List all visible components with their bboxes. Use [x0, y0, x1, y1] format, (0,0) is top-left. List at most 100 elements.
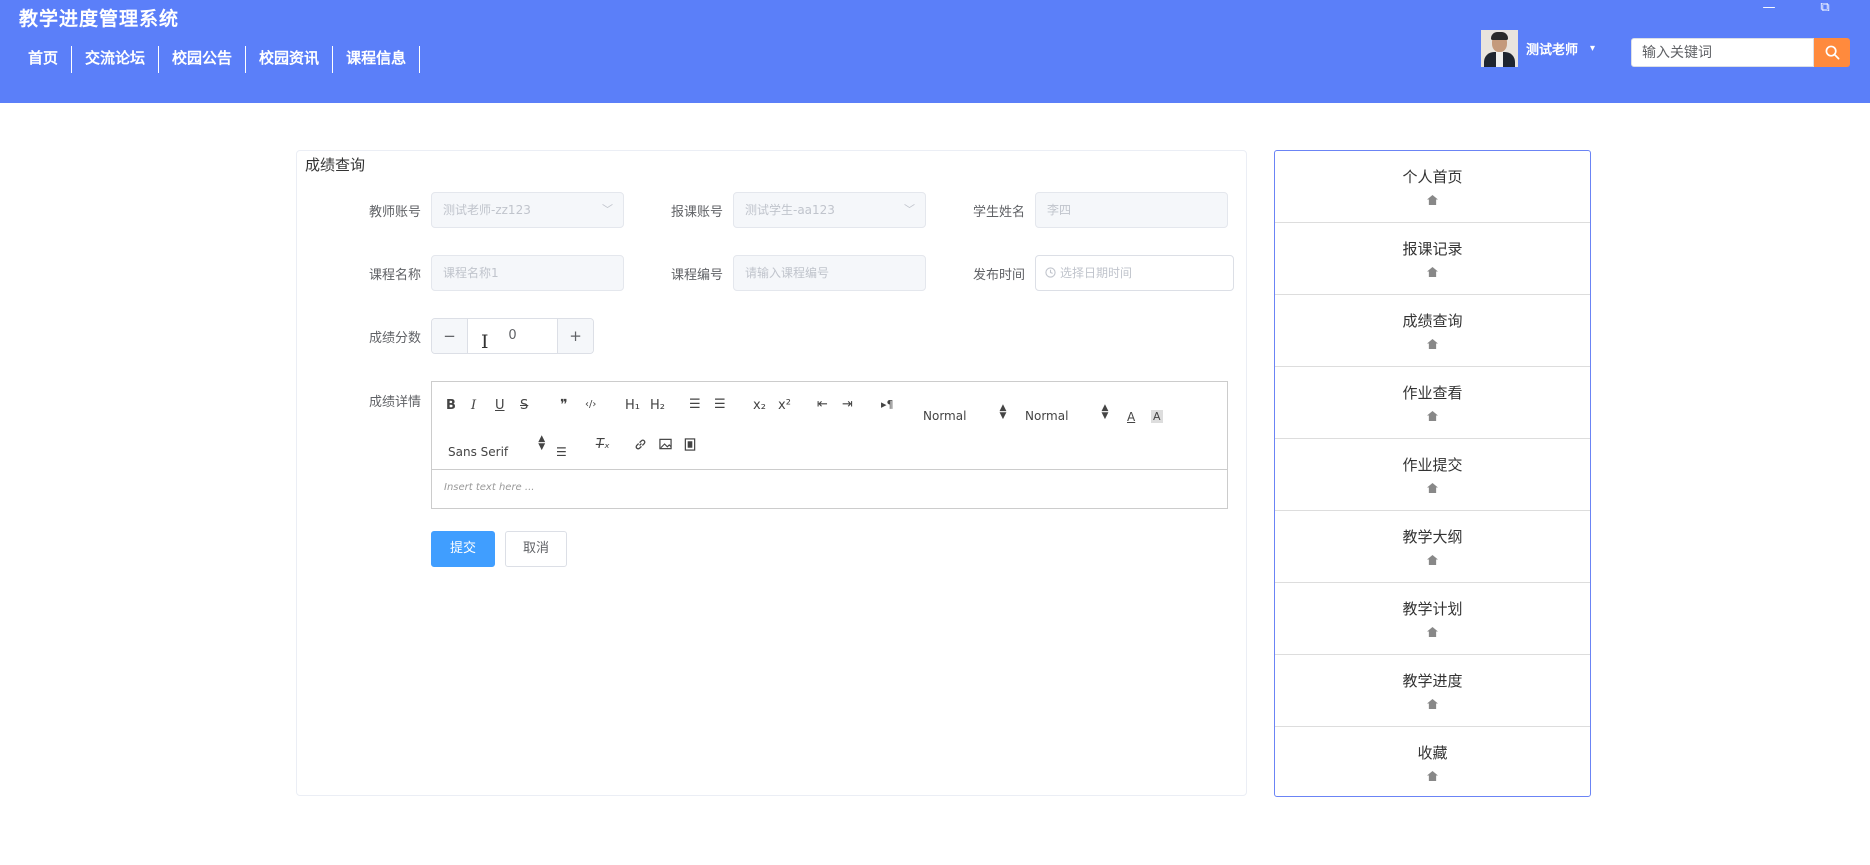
side-item-label: 作业查看 [1402, 384, 1463, 402]
top-header: 教学进度管理系统 — ⧉ 首页 交流论坛 校园公告 校园资讯 课程信息 测试老师… [0, 0, 1870, 103]
increment-button[interactable]: + [557, 319, 593, 353]
side-item-homework-view[interactable]: 作业查看 [1275, 367, 1590, 439]
side-item-label: 成绩查询 [1402, 312, 1463, 330]
search-input[interactable] [1631, 38, 1814, 67]
score-input[interactable]: I 0 [468, 319, 557, 353]
student-account-select: 测试学生-aa123 ﹀ [733, 192, 926, 228]
align-icon[interactable]: ☰ [556, 445, 567, 459]
course-code-label: 课程编号 [670, 268, 723, 283]
student-account-label: 报课账号 [670, 205, 723, 220]
side-item-personal-home[interactable]: 个人首页 [1275, 151, 1590, 223]
grade-form-card: 成绩查询 教师账号 测试老师-zz123 ﹀ 报课账号 测试学生-aa123 ﹀… [296, 150, 1247, 796]
italic-button[interactable]: I [471, 398, 476, 413]
ordered-list-button[interactable]: ☰ [689, 397, 701, 412]
caret-down-icon[interactable]: ▾ [1590, 43, 1595, 54]
avatar[interactable] [1481, 30, 1518, 67]
header-select-value: Normal [1025, 409, 1069, 423]
subscript-button[interactable]: x₂ [753, 398, 766, 413]
font-color-icon[interactable]: A [1127, 410, 1135, 424]
header-select[interactable]: Normal ▲ ▼ [1025, 404, 1108, 424]
restore-icon[interactable]: ⧉ [1815, 0, 1835, 15]
background-color-icon[interactable]: A [1151, 410, 1163, 423]
side-item-label: 教学大纲 [1402, 528, 1463, 546]
side-item-teaching-plan[interactable]: 教学计划 [1275, 583, 1590, 655]
underline-button[interactable]: U [495, 398, 505, 413]
search-bar [1631, 38, 1850, 67]
font-select-value: Sans Serif [448, 445, 509, 459]
side-item-teaching-progress[interactable]: 教学进度 [1275, 655, 1590, 727]
user-name[interactable]: 测试老师 [1526, 39, 1578, 58]
code-block-button[interactable]: ‹/› [585, 399, 596, 410]
text-direction-button[interactable]: ▸¶ [881, 398, 894, 411]
clock-icon [1045, 267, 1056, 278]
search-icon [1825, 45, 1839, 60]
clean-format-button[interactable]: T̶ₓ [596, 437, 610, 452]
details-label: 成绩详情 [368, 395, 421, 410]
side-item-favorites[interactable]: 收藏 [1275, 727, 1590, 799]
image-icon[interactable] [659, 438, 672, 450]
score-value: 0 [508, 328, 517, 343]
user-menu[interactable]: 测试老师 ▾ [1481, 30, 1595, 67]
student-account-value: 测试学生-aa123 [745, 203, 835, 217]
outdent-button[interactable]: ⇤ [817, 397, 828, 412]
side-item-enrollment-records[interactable]: 报课记录 [1275, 223, 1590, 295]
heading2-button[interactable]: H₂ [650, 398, 665, 413]
home-icon [1427, 699, 1438, 709]
size-select-value: Normal [923, 409, 967, 423]
chevron-down-icon: ﹀ [602, 203, 613, 216]
search-button[interactable] [1814, 38, 1850, 67]
nav-announcements[interactable]: 校园公告 [159, 46, 247, 73]
blockquote-button[interactable]: ❞ [560, 397, 568, 413]
heading1-button[interactable]: H₁ [625, 398, 640, 413]
publish-time-label: 发布时间 [972, 268, 1025, 283]
nav-courses[interactable]: 课程信息 [333, 46, 421, 73]
home-icon [1427, 627, 1438, 637]
score-stepper: − I 0 + [431, 318, 594, 354]
updown-icon: ▲ ▼ [1101, 403, 1109, 421]
size-select[interactable]: Normal ▲ ▼ [923, 404, 1006, 424]
teacher-account-value: 测试老师-zz123 [443, 203, 531, 217]
nav-home[interactable]: 首页 [15, 46, 73, 73]
student-name-label: 学生姓名 [972, 205, 1025, 220]
course-code-field: 请输入课程编号 [733, 255, 926, 291]
side-item-label: 个人首页 [1402, 168, 1463, 186]
side-item-label: 作业提交 [1402, 456, 1463, 474]
home-icon [1427, 411, 1438, 421]
bullet-list-button[interactable]: ☰ [714, 397, 726, 412]
rich-text-editor: B I U S ❞ ‹/› H₁ H₂ ☰ ☰ x₂ x² ⇤ ⇥ ▸¶ Nor… [431, 381, 1228, 509]
link-icon[interactable] [634, 438, 647, 451]
side-item-label: 收藏 [1417, 744, 1448, 762]
home-icon [1427, 267, 1438, 277]
side-item-homework-submit[interactable]: 作业提交 [1275, 439, 1590, 511]
publish-time-placeholder: 选择日期时间 [1060, 266, 1133, 280]
nav-news[interactable]: 校园资讯 [246, 46, 334, 73]
updown-icon: ▲ ▼ [999, 403, 1007, 421]
chevron-down-icon: ﹀ [904, 203, 915, 216]
nav-forum[interactable]: 交流论坛 [72, 46, 160, 73]
home-icon [1427, 195, 1438, 205]
app-title: 教学进度管理系统 [19, 8, 180, 30]
side-item-label: 教学进度 [1402, 672, 1463, 690]
video-icon[interactable] [684, 438, 696, 451]
cancel-button[interactable]: 取消 [505, 531, 567, 567]
decrement-button[interactable]: − [432, 319, 468, 353]
indent-button[interactable]: ⇥ [842, 397, 853, 412]
minimize-icon[interactable]: — [1759, 0, 1779, 15]
bold-button[interactable]: B [446, 398, 456, 413]
course-name-label: 课程名称 [368, 268, 421, 283]
editor-body[interactable]: Insert text here ... [432, 470, 1227, 505]
main-nav: 首页 交流论坛 校园公告 校园资讯 课程信息 [15, 46, 421, 73]
updown-icon: ▲ ▼ [538, 434, 546, 452]
strike-button[interactable]: S [520, 398, 528, 413]
page-title: 成绩查询 [305, 156, 366, 174]
side-item-label: 教学计划 [1402, 600, 1463, 618]
submit-button[interactable]: 提交 [431, 531, 495, 567]
side-item-syllabus[interactable]: 教学大纲 [1275, 511, 1590, 583]
side-menu: 个人首页 报课记录 成绩查询 作业查看 作业提交 教学大纲 教学计划 教学进度 … [1274, 150, 1591, 797]
superscript-button[interactable]: x² [778, 398, 791, 413]
home-icon [1427, 339, 1438, 349]
student-name-field: 李四 [1035, 192, 1228, 228]
side-item-grade-query[interactable]: 成绩查询 [1275, 295, 1590, 367]
font-select[interactable]: Sans Serif ▲ ▼ [448, 435, 545, 460]
publish-time-picker[interactable]: 选择日期时间 [1035, 255, 1234, 291]
